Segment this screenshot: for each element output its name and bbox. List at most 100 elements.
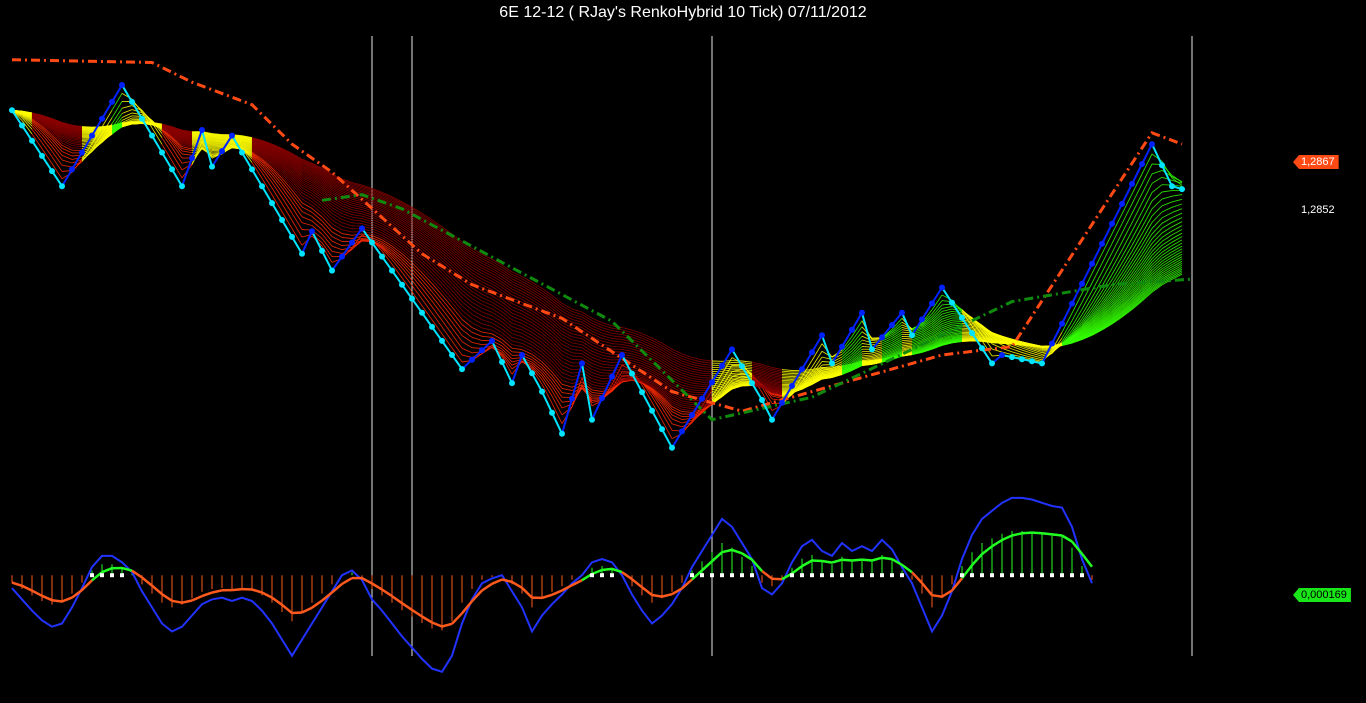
ribbon-segment — [371, 228, 383, 234]
osc-signal-segment — [231, 587, 243, 592]
chart-canvas[interactable] — [0, 0, 1366, 703]
ribbon-segment — [691, 356, 703, 361]
price-point — [149, 132, 155, 139]
osc-signal-segment — [301, 606, 313, 614]
ribbon-segment — [501, 328, 513, 338]
ribbon-segment — [461, 301, 473, 311]
ribbon-segment — [331, 212, 343, 220]
ribbon-segment — [531, 331, 543, 340]
ribbon-segment — [541, 373, 553, 387]
osc-signal-segment — [551, 589, 563, 596]
ribbon-segment — [1171, 203, 1183, 208]
price-segment — [1081, 263, 1093, 285]
ribbon-segment — [451, 327, 463, 342]
price-point — [29, 137, 35, 144]
price-point — [579, 360, 585, 367]
ribbon-segment — [521, 313, 533, 321]
ribbon-segment — [471, 269, 483, 277]
price-point — [559, 430, 565, 437]
osc-signal-segment — [521, 586, 533, 599]
osc-signal-segment — [171, 599, 183, 604]
osc-signal-segment — [61, 596, 73, 603]
price-point — [759, 397, 765, 403]
price-point — [549, 409, 555, 416]
osc-signal-segment — [811, 559, 823, 563]
price-point — [929, 300, 935, 307]
osc-signal-segment — [431, 621, 443, 628]
ribbon-segment — [511, 273, 523, 280]
ribbon-segment — [1171, 242, 1183, 250]
ribbon-segment — [81, 140, 93, 143]
ribbon-segment — [331, 219, 343, 227]
ribbon-segment — [561, 327, 573, 335]
ribbon-segment — [611, 345, 623, 348]
ribbon-segment — [701, 370, 713, 373]
price-point — [399, 281, 405, 288]
ribbon-segment — [561, 372, 573, 378]
osc-signal-segment — [31, 589, 43, 597]
ribbon-segment — [691, 373, 703, 376]
price-point — [259, 183, 265, 190]
ribbon-segment — [611, 368, 623, 372]
osc-signal-segment — [851, 558, 863, 562]
ribbon-segment — [491, 322, 503, 330]
ribbon-segment — [561, 392, 573, 395]
price-point — [589, 416, 595, 423]
price-point — [969, 330, 975, 337]
price-point — [789, 382, 795, 389]
ribbon-segment — [511, 276, 523, 282]
ribbon-segment — [501, 321, 513, 331]
osc-signal-segment — [491, 578, 503, 585]
ribbon-segment — [591, 391, 603, 395]
ribbon-segment — [1151, 176, 1163, 184]
ribbon-segment — [861, 355, 873, 359]
ribbon-segment — [521, 285, 533, 293]
osc-signal-segment — [511, 580, 523, 589]
ribbon-segment — [531, 322, 543, 331]
ribbon-segment — [681, 402, 693, 406]
ribbon-segment — [481, 281, 493, 288]
ribbon-segment — [691, 363, 703, 367]
ribbon-segment — [1141, 173, 1153, 194]
ribbon-segment — [571, 352, 583, 355]
ribbon-segment — [621, 346, 633, 350]
price-segment — [491, 340, 503, 363]
price-point — [209, 163, 215, 170]
ribbon-segment — [451, 239, 463, 249]
price-point — [629, 370, 635, 377]
ribbon-segment — [341, 198, 353, 204]
price-point — [139, 115, 145, 122]
ribbon-segment — [461, 293, 473, 303]
osc-zero-marker — [1010, 573, 1014, 578]
osc-signal-segment — [251, 588, 263, 594]
ribbon-segment — [1161, 190, 1173, 193]
ribbon-segment — [601, 340, 613, 345]
osc-signal-segment — [731, 548, 743, 555]
ribbon-segment — [491, 298, 503, 306]
ribbon-segment — [671, 353, 683, 360]
price-point — [1159, 162, 1165, 169]
ribbon-segment — [1131, 202, 1143, 223]
ribbon-segment — [681, 400, 693, 404]
ribbon-segment — [941, 308, 953, 312]
ribbon-segment — [571, 316, 583, 321]
ribbon-segment — [521, 293, 533, 300]
ribbon-segment — [511, 340, 523, 344]
ribbon-segment — [481, 262, 493, 269]
ribbon-segment — [341, 236, 353, 239]
ribbon-segment — [941, 306, 953, 309]
ribbon-segment — [601, 382, 613, 385]
price-segment — [1121, 183, 1133, 205]
ribbon-segment — [691, 366, 703, 370]
price-point — [169, 166, 175, 173]
ribbon-segment — [371, 221, 383, 227]
ribbon-segment — [331, 209, 343, 217]
ribbon-segment — [391, 252, 403, 263]
ribbon-segment — [781, 372, 793, 375]
ribbon-segment — [621, 348, 633, 352]
price-segment — [561, 398, 573, 435]
price-point — [1129, 180, 1135, 187]
price-point — [689, 412, 695, 418]
price-segment — [511, 354, 523, 384]
price-point — [1049, 340, 1055, 347]
